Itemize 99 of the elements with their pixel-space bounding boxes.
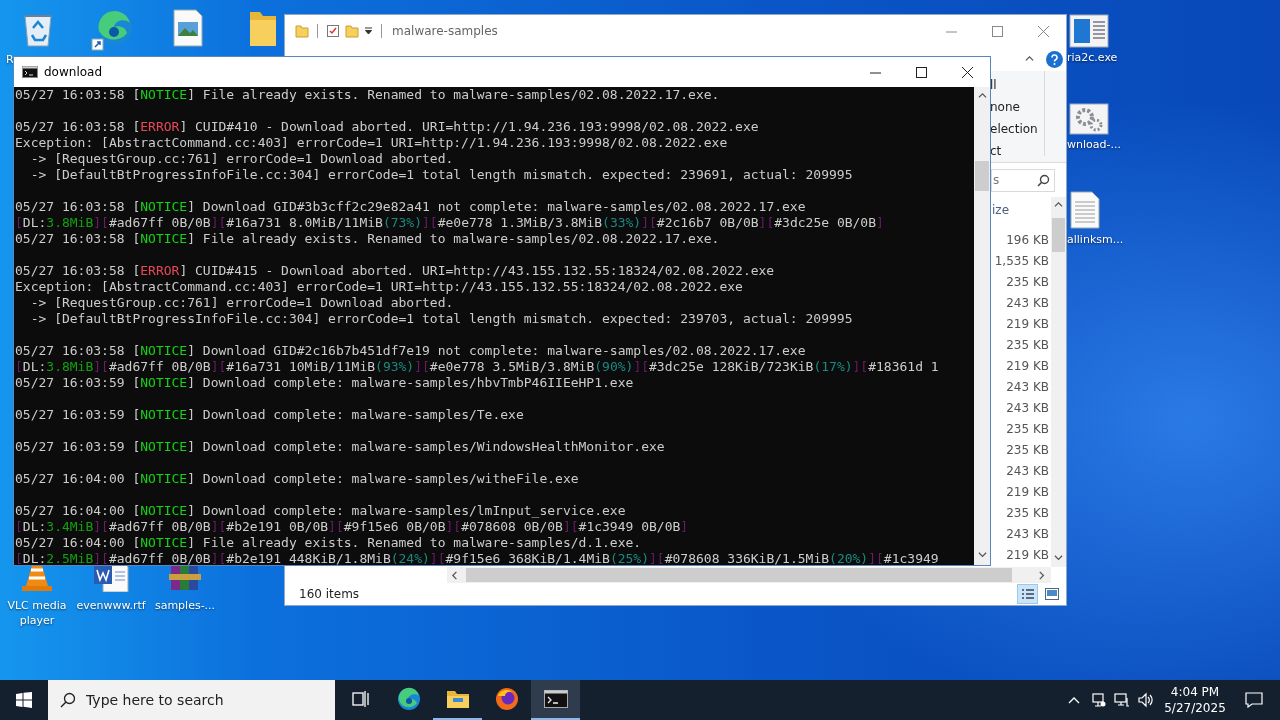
size-cell-text: 243 KB bbox=[1006, 295, 1050, 310]
size-cell-text: 243 KB bbox=[1006, 526, 1050, 541]
console-line: [DL:3.4MiB][#ad67ff 0B/0B][#b2e191 0B/0B][#9f15e6 0B/0B][#078608 0B/0B][#1c3949 0B/0B] bbox=[15, 519, 690, 535]
search-input[interactable]: s bbox=[993, 173, 1023, 187]
scroll-thumb[interactable] bbox=[1052, 218, 1065, 252]
console-line: -> [DefaultBtProgressInfoFile.cc:304] errorCode=1 total length mismatch. expected: 239691, actual: 209995 bbox=[29, 167, 854, 183]
device-icon[interactable] bbox=[1090, 692, 1106, 708]
application-icon[interactable] bbox=[1069, 14, 1109, 48]
console-line: [DL:3.8MiB][#ad67ff 0B/0B][#16a731 10MiB/11MiB(93%)][#e0e778 3.5MiB/3.8MiB(90%)][#3dc25e 128KiB/723KiB(17%)][#18361d 1 bbox=[15, 359, 940, 375]
terminal-icon bbox=[22, 66, 38, 78]
console-line: -> [DefaultBtProgressInfoFile.cc:304] errorCode=1 total length mismatch. expected: 239703, actual: 209995 bbox=[29, 311, 854, 327]
chevron-up-icon[interactable] bbox=[1068, 696, 1080, 704]
task-view-icon bbox=[349, 690, 370, 708]
scrollbar[interactable] bbox=[447, 567, 1051, 583]
console-line: 05/27 16:03:59 [NOTICE] Download complete: malware-samples/WindowsHealthMonitor.exe bbox=[15, 439, 666, 455]
checklist-icon[interactable] bbox=[326, 24, 340, 38]
search-bar[interactable]: Type here to search bbox=[48, 680, 335, 720]
size-cell-text: 196 KB bbox=[1006, 232, 1050, 247]
console-line: 05/27 16:03:58 [NOTICE] Download GID#2c16b7b451df7e19 not complete: malware-samples/02.08.2022.17.exe bbox=[15, 343, 807, 359]
console-line: 05/27 16:03:58 [ERROR] CUID#415 - Download aborted. URI=http://43.155.132.55:18324/02.08.2022.exe bbox=[15, 263, 776, 279]
help-icon[interactable] bbox=[1046, 50, 1063, 68]
details-view-button[interactable] bbox=[1017, 584, 1038, 604]
icon-label[interactable]: ria2c.exe bbox=[1067, 50, 1118, 65]
icon-label[interactable]: wnload-... bbox=[1067, 137, 1121, 152]
browser-icon bbox=[396, 687, 421, 711]
browser-icon[interactable] bbox=[90, 8, 135, 52]
size-cell-text: 235 KB bbox=[1006, 442, 1050, 457]
console-line: 05/27 16:03:58 [NOTICE] File already exists. Renamed to malware-samples/02.08.2022.17.exe. bbox=[15, 87, 721, 103]
console-line: -> [RequestGroup.cc:761] errorCode=1 Download aborted. bbox=[29, 151, 455, 167]
console-line: 05/27 16:04:00 [NOTICE] Download complete: malware-samples/lmInput_service.exe bbox=[15, 503, 627, 519]
console-line: Exception: [AbstractCommand.cc:403] errorCode=1 URI=http://1.94.236.193:9998/02.08.2022.exe bbox=[15, 135, 729, 151]
close-icon bbox=[1037, 25, 1049, 37]
console-line: 05/27 16:04:00 [NOTICE] File already exists. Renamed to malware-samples/d.1.exe. bbox=[15, 535, 643, 551]
search-box[interactable]: s bbox=[991, 168, 1055, 192]
close-icon bbox=[961, 66, 973, 78]
size-cell-text: 235 KB bbox=[1006, 274, 1050, 289]
scroll-thumb[interactable] bbox=[466, 568, 1012, 582]
search-field[interactable]: Type here to search bbox=[86, 692, 306, 708]
scroll-down-icon[interactable] bbox=[977, 551, 987, 560]
size-cell-text: 219 KB bbox=[1006, 547, 1050, 562]
maximize-icon bbox=[991, 25, 1003, 37]
speaker-icon[interactable] bbox=[1138, 692, 1154, 708]
size-cell-text: 243 KB bbox=[1006, 400, 1050, 415]
size-cell-text: 235 KB bbox=[1006, 505, 1050, 520]
console-line: 05/27 16:03:58 [ERROR] CUID#410 - Download aborted. URI=http://1.94.236.193:9998/02.08.2022.exe bbox=[15, 119, 760, 135]
console-line: 05/27 16:04:00 [NOTICE] Download complete: malware-samples/witheFile.exe bbox=[15, 471, 580, 487]
icon-label[interactable]: allinksm... bbox=[1067, 232, 1124, 247]
folder-icon bbox=[445, 689, 470, 709]
window-title: malware-samples bbox=[392, 24, 498, 38]
console-line: 05/27 16:03:58 [NOTICE] Download GID#3b3cff2c29e82a41 not complete: malware-samples/02.08.2022.17.exe bbox=[15, 199, 807, 215]
size-cell-text: 243 KB bbox=[1006, 379, 1050, 394]
scroll-up-icon[interactable] bbox=[1054, 201, 1063, 210]
scrollbar[interactable] bbox=[1051, 197, 1066, 567]
search-icon[interactable] bbox=[1037, 173, 1050, 187]
ribbon-item[interactable]: none bbox=[990, 96, 1044, 118]
fox-globe-icon bbox=[494, 687, 519, 711]
scroll-left-icon[interactable] bbox=[451, 570, 460, 580]
details-list-icon bbox=[1020, 588, 1035, 600]
terminal-icon bbox=[543, 690, 568, 708]
console-line: 05/27 16:03:59 [NOTICE] Download complete: malware-samples/hbvTmbP46IIEeHP1.exe bbox=[15, 375, 635, 391]
console-line: Exception: [AbstractCommand.cc:403] errorCode=1 URI=http://43.155.132.55:18324/02.08.2022.exe bbox=[15, 279, 744, 295]
icon-label[interactable]: evenwww.rtf bbox=[76, 598, 146, 613]
console-line: 05/27 16:03:59 [NOTICE] Download complete: malware-samples/Te.exe bbox=[15, 407, 525, 423]
ribbon-item[interactable]: election bbox=[990, 118, 1044, 140]
scroll-thumb[interactable] bbox=[975, 161, 989, 191]
console-line: [DL:3.8MiB][#ad67ff 0B/0B][#16a731 8.0MiB/11MiB(73%)][#e0e778 1.3MiB/3.8MiB(33%)][#2c16b7 0B/0B][#3dc25e 0B/0B] bbox=[15, 215, 885, 231]
size-cell-text: 219 KB bbox=[1006, 316, 1050, 331]
console-line: 05/27 16:03:58 [NOTICE] File already exists. Renamed to malware-samples/02.08.2022.17.exe. bbox=[15, 231, 721, 247]
size-cell-text: 219 KB bbox=[1006, 358, 1050, 373]
thumbnail-icon bbox=[1044, 588, 1059, 600]
clock[interactable]: 4:04 PM 5/27/2025 bbox=[1158, 684, 1232, 716]
ribbon-item[interactable]: ll bbox=[990, 74, 1044, 96]
console-line: -> [RequestGroup.cc:761] errorCode=1 Download aborted. bbox=[29, 295, 455, 311]
size-cell-text: 1,535 KB bbox=[994, 253, 1050, 268]
icon-label[interactable]: samples-... bbox=[154, 598, 216, 613]
network-icon[interactable] bbox=[1114, 692, 1130, 708]
size-cell-text: 219 KB bbox=[1006, 484, 1050, 499]
image-file-icon[interactable] bbox=[170, 8, 205, 48]
notification-icon[interactable] bbox=[1245, 692, 1263, 708]
text-file-icon[interactable] bbox=[1069, 190, 1101, 230]
column-header[interactable]: ize bbox=[992, 203, 1009, 217]
item-count: 160 items bbox=[299, 587, 360, 601]
size-cell-text: 235 KB bbox=[1006, 421, 1050, 436]
caret-icon[interactable] bbox=[364, 27, 373, 35]
console-line: [DL:2.5MiB][#ad67ff 0B/0B][#b2e191 448KiB/1.8MiB(24%)][#9f15e6 368KiB/1.4MiB(25%)][#078608 336KiB/1.5MiB(20%)][#1c3949 bbox=[15, 551, 940, 565]
search-icon bbox=[60, 692, 76, 708]
scroll-down-icon[interactable] bbox=[1054, 554, 1063, 563]
scrollbar[interactable] bbox=[974, 87, 990, 565]
window-title: download bbox=[44, 65, 103, 79]
collapse-ribbon-icon[interactable] bbox=[1025, 54, 1034, 64]
terminal-button[interactable] bbox=[531, 680, 580, 720]
scroll-up-icon[interactable] bbox=[977, 92, 987, 101]
scroll-right-icon[interactable] bbox=[1038, 570, 1047, 580]
size-cell-text: 243 KB bbox=[1006, 463, 1050, 478]
windows-logo-icon[interactable] bbox=[16, 692, 32, 708]
ribbon-item[interactable]: ct bbox=[990, 140, 1044, 162]
size-cell-text: 235 KB bbox=[1006, 337, 1050, 352]
gear-icon[interactable] bbox=[1069, 103, 1109, 135]
maximize-icon bbox=[915, 66, 927, 78]
